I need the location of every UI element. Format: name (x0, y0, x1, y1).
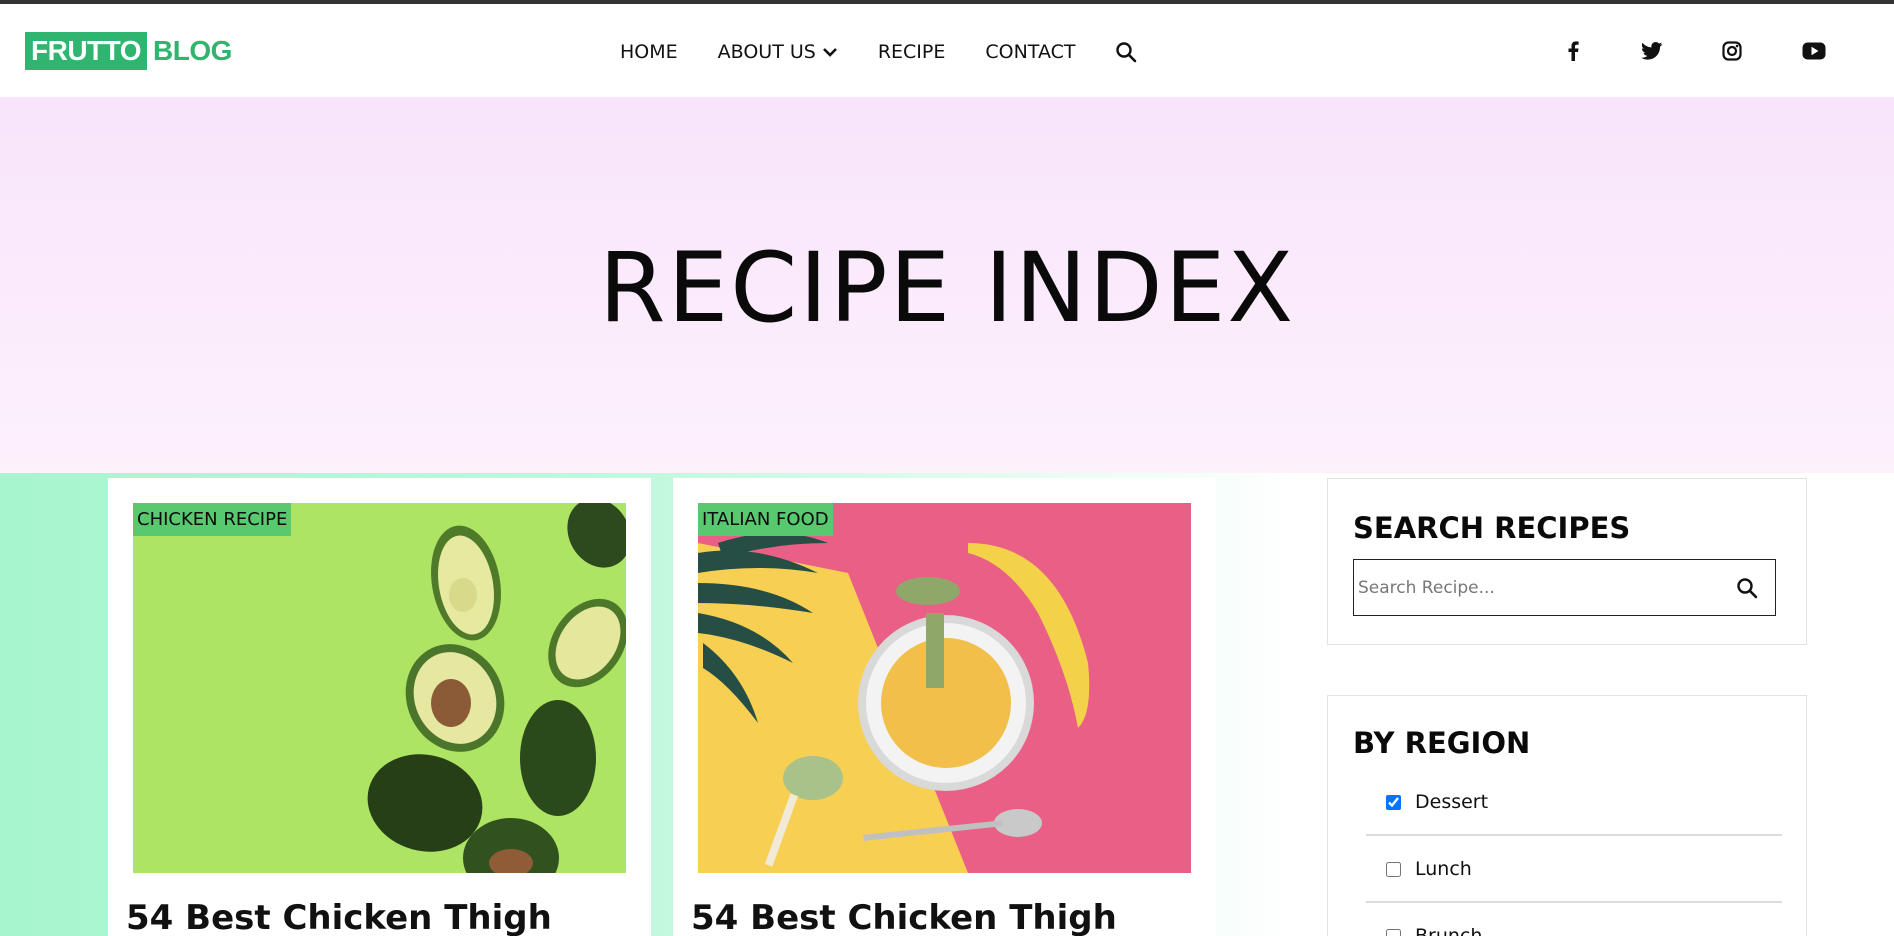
recipe-search-input[interactable] (1354, 560, 1719, 615)
site-logo[interactable]: FRUTTO BLOG (25, 32, 232, 70)
youtube-icon[interactable] (1800, 38, 1828, 64)
main-nav: HOME ABOUT US RECIPE CONTACT (620, 34, 1137, 70)
search-icon[interactable] (1115, 41, 1137, 63)
recipe-card[interactable]: ITALIAN FOOD 54 Best Chicken Thigh (673, 478, 1216, 936)
lunch-checkbox[interactable] (1386, 861, 1401, 877)
logo-box-text: FRUTTO (25, 32, 148, 70)
region-option-dessert[interactable]: Dessert (1366, 770, 1782, 836)
recipe-image-soup[interactable] (698, 503, 1191, 873)
nav-home-label: HOME (620, 41, 678, 63)
logo-text: BLOG (153, 35, 232, 66)
brunch-checkbox[interactable] (1386, 928, 1401, 936)
search-recipes-widget: SEARCH RECIPES (1327, 478, 1807, 645)
recipe-card[interactable]: CHICKEN RECIPE 54 Best Chicken Thigh (108, 478, 651, 936)
nav-about-us[interactable]: ABOUT US (718, 41, 838, 63)
region-option-lunch[interactable]: Lunch (1366, 837, 1782, 903)
region-filter-widget: BY REGION Dessert Lunch Brunch (1327, 695, 1807, 936)
recipe-search-box (1353, 559, 1776, 616)
region-option-brunch[interactable]: Brunch (1366, 904, 1782, 936)
category-tag[interactable]: ITALIAN FOOD (698, 503, 833, 536)
nav-recipe-label: RECIPE (877, 41, 946, 63)
site-header: FRUTTO BLOG HOME ABOUT US RECIPE CONTACT (0, 4, 1894, 97)
nav-contact[interactable]: CONTACT (985, 41, 1075, 63)
nav-contact-label: CONTACT (985, 41, 1076, 63)
region-option-label: Brunch (1415, 925, 1483, 936)
instagram-icon[interactable] (1719, 38, 1745, 64)
facebook-icon[interactable] (1562, 38, 1584, 64)
search-icon[interactable] (1719, 560, 1775, 615)
recipe-image-avocados[interactable] (133, 503, 626, 873)
twitter-icon[interactable] (1639, 38, 1665, 64)
chevron-down-icon (822, 41, 838, 63)
dessert-checkbox[interactable] (1386, 794, 1401, 810)
recipe-title[interactable]: 54 Best Chicken Thigh (691, 898, 1117, 936)
recipe-title[interactable]: 54 Best Chicken Thigh (126, 898, 552, 936)
region-option-label: Dessert (1415, 791, 1489, 813)
nav-about-label: ABOUT US (717, 41, 816, 63)
nav-home[interactable]: HOME (620, 41, 678, 63)
search-widget-title: SEARCH RECIPES (1353, 511, 1631, 545)
page-title: RECIPE INDEX (598, 232, 1296, 344)
region-option-label: Lunch (1415, 858, 1472, 880)
category-tag[interactable]: CHICKEN RECIPE (133, 503, 292, 536)
nav-recipe[interactable]: RECIPE (878, 41, 946, 63)
hero-banner: RECIPE INDEX (0, 97, 1894, 473)
region-widget-title: BY REGION (1353, 726, 1531, 760)
